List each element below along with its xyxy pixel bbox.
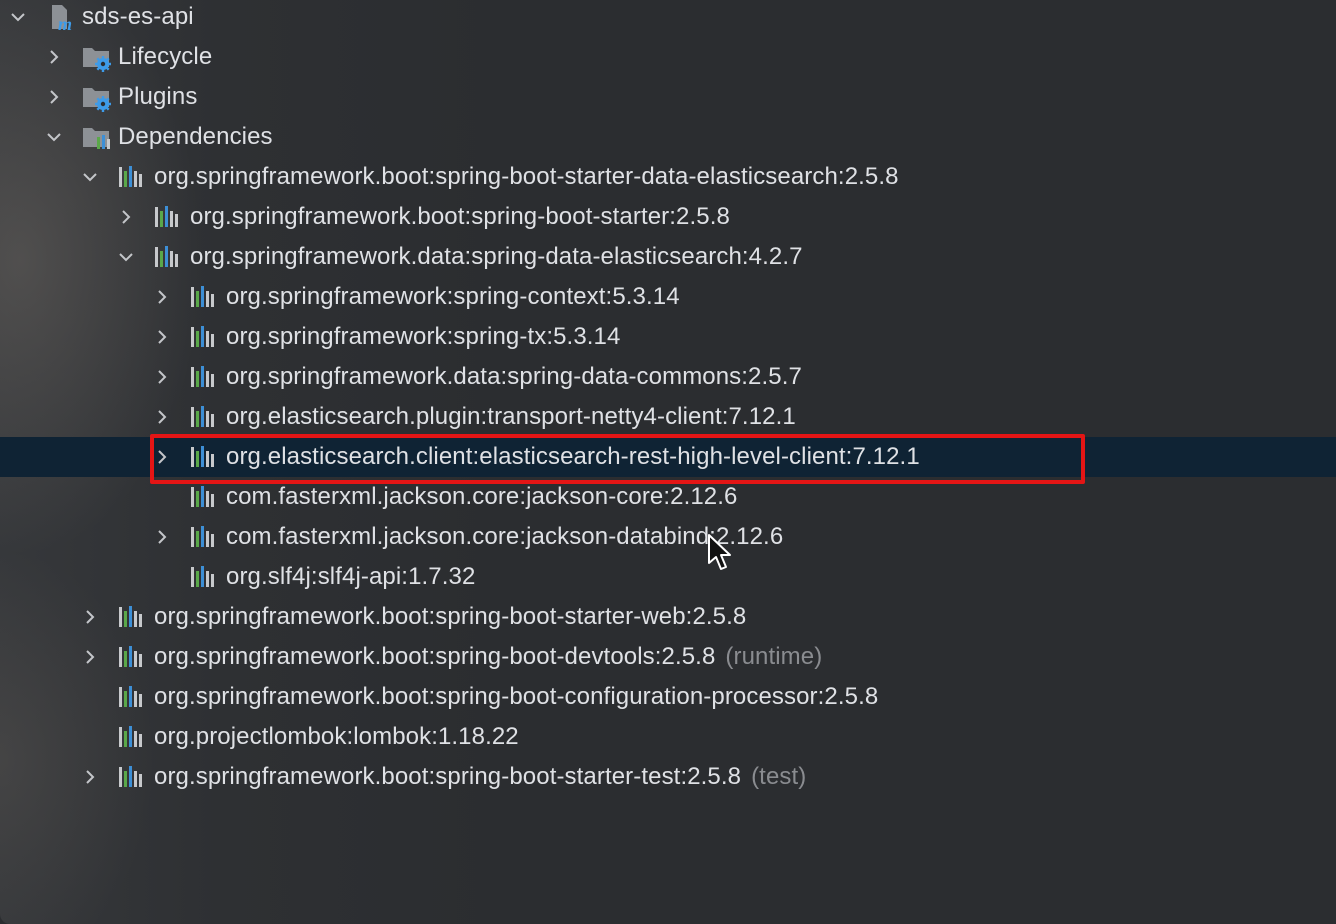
dependency-label: org.springframework.data:spring-data-com… <box>226 363 802 390</box>
library-icon <box>190 565 216 589</box>
dependency-label: com.fasterxml.jackson.core:jackson-datab… <box>226 523 784 550</box>
dependency-row[interactable]: org.springframework.boot:spring-boot-sta… <box>0 597 1336 637</box>
chevron-right-icon[interactable] <box>148 283 176 311</box>
chevron-down-icon[interactable] <box>76 163 104 191</box>
library-icon <box>118 165 144 189</box>
chevron-down-icon[interactable] <box>4 3 32 31</box>
dependency-label: org.springframework.boot:spring-boot-sta… <box>154 163 899 190</box>
library-icon <box>118 765 144 789</box>
dependency-scope: (runtime) <box>725 643 823 670</box>
library-icon <box>118 645 144 669</box>
tree-node-label: Plugins <box>118 83 198 110</box>
dependency-label: org.springframework.boot:spring-boot-sta… <box>190 203 730 230</box>
dependency-row[interactable]: org.springframework.boot:spring-boot-sta… <box>0 757 1336 797</box>
dependency-label: org.projectlombok:lombok:1.18.22 <box>154 723 519 750</box>
dependency-label: org.elasticsearch.plugin:transport-netty… <box>226 403 796 430</box>
dependency-label: org.springframework:spring-tx:5.3.14 <box>226 323 621 350</box>
dependency-row[interactable]: org.springframework:spring-tx:5.3.14 <box>0 317 1336 357</box>
library-icon <box>190 525 216 549</box>
chevron-right-icon[interactable] <box>76 603 104 631</box>
dependency-row[interactable]: org.springframework.data:spring-data-ela… <box>0 237 1336 277</box>
dependency-label: org.slf4j:slf4j-api:1.7.32 <box>226 563 476 590</box>
dependency-row[interactable]: org.springframework.boot:spring-boot-sta… <box>0 157 1336 197</box>
folder-library-icon <box>82 123 112 153</box>
chevron-down-icon[interactable] <box>40 123 68 151</box>
mouse-cursor-icon <box>708 534 731 570</box>
dependency-label: org.springframework.data:spring-data-ela… <box>190 243 803 270</box>
library-icon <box>190 325 216 349</box>
chevron-right-icon[interactable] <box>40 83 68 111</box>
chevron-right-icon[interactable] <box>40 43 68 71</box>
chevron-right-icon[interactable] <box>76 763 104 791</box>
tree-node-plugins[interactable]: Plugins <box>0 77 1336 117</box>
highlight-annotation-box <box>150 434 1085 484</box>
dependency-row[interactable]: com.fasterxml.jackson.core:jackson-datab… <box>0 517 1336 557</box>
maven-tool-window: m sds-es-api Lifecycle Plugins Dependenc… <box>0 0 1336 924</box>
dependency-row[interactable]: org.springframework.data:spring-data-com… <box>0 357 1336 397</box>
dependency-label: org.springframework.boot:spring-boot-sta… <box>154 763 807 790</box>
dependency-label: org.springframework.boot:spring-boot-dev… <box>154 643 823 670</box>
chevron-right-icon[interactable] <box>148 523 176 551</box>
library-icon <box>118 685 144 709</box>
folder-gear-icon <box>82 43 112 73</box>
svg-text:m: m <box>58 14 72 31</box>
library-icon <box>154 205 180 229</box>
dependency-label: org.springframework.boot:spring-boot-con… <box>154 683 879 710</box>
dependency-row[interactable]: org.springframework.boot:spring-boot-sta… <box>0 197 1336 237</box>
project-name: sds-es-api <box>82 3 194 30</box>
dependency-label: com.fasterxml.jackson.core:jackson-core:… <box>226 483 738 510</box>
library-icon <box>154 245 180 269</box>
dependency-row[interactable]: org.springframework.boot:spring-boot-con… <box>0 677 1336 717</box>
dependency-row[interactable]: org.springframework.boot:spring-boot-dev… <box>0 637 1336 677</box>
maven-module-icon: m <box>50 3 78 34</box>
dependency-label: org.springframework.boot:spring-boot-sta… <box>154 603 747 630</box>
chevron-right-icon[interactable] <box>148 363 176 391</box>
tree-node-project[interactable]: m sds-es-api <box>0 0 1336 37</box>
chevron-right-icon[interactable] <box>112 203 140 231</box>
chevron-right-icon[interactable] <box>76 643 104 671</box>
dependency-label: org.springframework:spring-context:5.3.1… <box>226 283 680 310</box>
tree-node-dependencies[interactable]: Dependencies <box>0 117 1336 157</box>
dependency-row[interactable]: org.slf4j:slf4j-api:1.7.32 <box>0 557 1336 597</box>
dependency-row[interactable]: org.elasticsearch.plugin:transport-netty… <box>0 397 1336 437</box>
library-icon <box>190 285 216 309</box>
dependency-row[interactable]: org.springframework:spring-context:5.3.1… <box>0 277 1336 317</box>
chevron-right-icon[interactable] <box>148 403 176 431</box>
library-icon <box>118 725 144 749</box>
folder-gear-icon <box>82 83 112 113</box>
tree-node-label: Lifecycle <box>118 43 213 70</box>
library-icon <box>190 365 216 389</box>
library-icon <box>190 485 216 509</box>
chevron-down-icon[interactable] <box>112 243 140 271</box>
dependency-row[interactable]: org.projectlombok:lombok:1.18.22 <box>0 717 1336 757</box>
dependency-scope: (test) <box>751 763 807 790</box>
chevron-right-icon[interactable] <box>148 323 176 351</box>
tree-node-lifecycle[interactable]: Lifecycle <box>0 37 1336 77</box>
tree-node-label: Dependencies <box>118 123 273 150</box>
library-icon <box>118 605 144 629</box>
library-icon <box>190 405 216 429</box>
